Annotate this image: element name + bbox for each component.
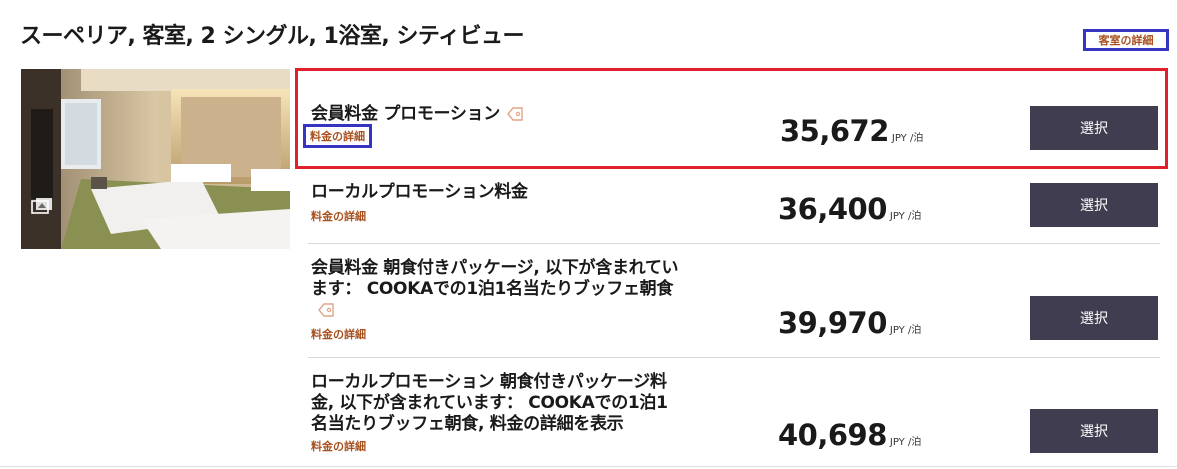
tag-icon [507,107,523,121]
room-title: スーペリア, 客室, 2 シングル, 1浴室, シティビュー [20,24,525,49]
rate-name: ローカルプロモーション料金 [311,182,528,202]
rate-name: ローカルプロモーション 朝食付きパッケージ料金, 以下が含まれています： COO… [311,372,668,434]
rate-detail-link[interactable]: 料金の詳細 [303,124,372,148]
rate-name: 会員料金 朝食付きパッケージ, 以下が含まれています： COOKAでの1泊1名当… [311,258,691,321]
rate-detail-link[interactable]: 料金の詳細 [311,208,366,224]
rate-price: 35,672 JPY /泊 [780,114,924,148]
room-photo-image [21,69,290,249]
row-divider [308,243,1160,244]
room-photo[interactable] [21,69,290,249]
rate-row: 会員料金 プロモーション 料金の詳細 35,672 JPY /泊 選択 [303,82,1160,162]
rate-price: 39,970 JPY /泊 [778,306,922,340]
rate-price: 40,698 JPY /泊 [778,418,922,452]
rate-row: ローカルプロモーション 朝食付きパッケージ料金, 以下が含まれています： COO… [308,372,1160,466]
rate-price: 36,400 JPY /泊 [778,192,922,226]
select-button[interactable]: 選択 [1030,106,1158,150]
room-detail-link[interactable]: 客室の詳細 [1083,29,1169,51]
rate-row: ローカルプロモーション料金 料金の詳細 36,400 JPY /泊 選択 [308,172,1160,244]
row-divider [308,357,1160,358]
tag-icon [318,303,334,317]
bottom-divider [0,466,1177,467]
gallery-icon[interactable] [31,197,53,215]
rate-detail-link[interactable]: 料金の詳細 [311,438,366,454]
select-button[interactable]: 選択 [1030,409,1158,453]
rate-row: 会員料金 朝食付きパッケージ, 以下が含まれています： COOKAでの1泊1名当… [308,258,1160,358]
rate-detail-link[interactable]: 料金の詳細 [311,326,366,342]
select-button[interactable]: 選択 [1030,183,1158,227]
rate-name: 会員料金 プロモーション [311,104,691,125]
select-button[interactable]: 選択 [1030,296,1158,340]
